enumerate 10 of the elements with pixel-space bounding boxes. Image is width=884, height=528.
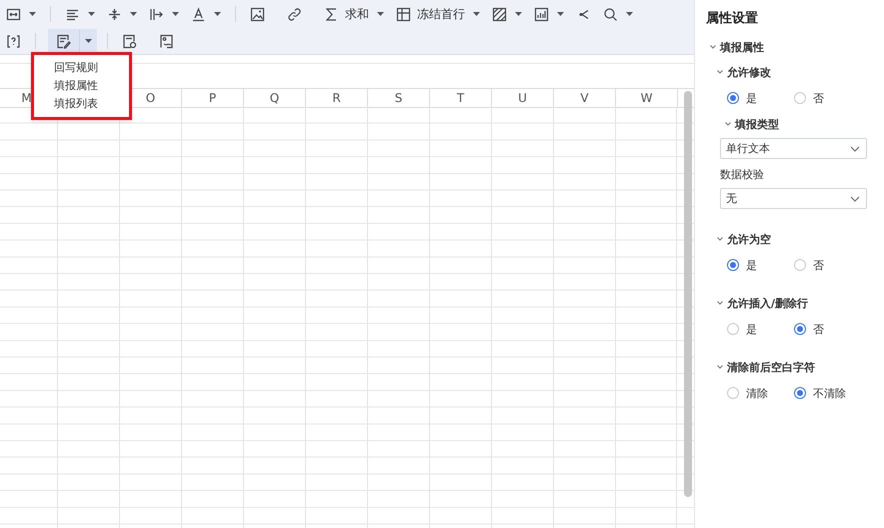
radio-label: 是 [746, 322, 757, 336]
radio-label: 是 [746, 258, 757, 272]
radio-label: 不清除 [813, 386, 846, 400]
radio-label: 是 [746, 90, 757, 106]
field-label: 数据校验 [720, 167, 765, 181]
radio-label: 否 [813, 90, 824, 106]
radio-label: 否 [813, 322, 824, 336]
radio-label: 清除 [746, 386, 768, 400]
radio-label: 否 [813, 258, 824, 272]
panel-title: 属性设置 [706, 10, 758, 25]
